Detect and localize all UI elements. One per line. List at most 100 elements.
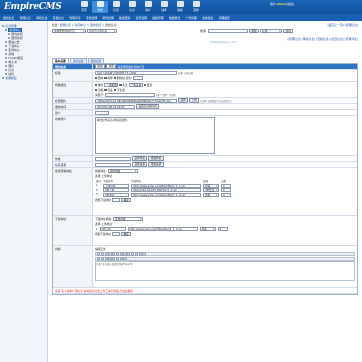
upload-pic-button[interactable]: 上传: [189, 98, 200, 103]
writer-input[interactable]: [95, 156, 131, 161]
download-url-input[interactable]: http://126.34.243.189/1/1/1_1.rar: [131, 188, 202, 193]
menu-special[interactable]: 专题管理: [86, 16, 97, 20]
nav-other[interactable]: 其他: [188, 1, 204, 13]
points-input[interactable]: 0: [217, 227, 228, 232]
image-icon[interactable]: [127, 252, 131, 256]
menu-links[interactable]: 友情链接: [202, 16, 213, 20]
smalltext-textarea[interactable]: 本文仅作演示(非真实软件): [95, 116, 215, 154]
secondary-links[interactable]: [管理信息] [审核信息] [归档信息] [栏目信息] [管理评论]: [288, 37, 358, 41]
download-url-input[interactable]: http://www.sohu.com/file/offer/1_1_1.rar: [131, 183, 202, 188]
add-down-path-button[interactable]: 确定: [121, 231, 132, 236]
menu-manage-info[interactable]: 管理信息: [20, 16, 31, 20]
newstime-input[interactable]: 2014-01-08 14:00:47: [95, 104, 135, 109]
points-input[interactable]: 0: [221, 192, 232, 197]
nav-home[interactable]: 首页: [76, 1, 92, 13]
menu-attachments[interactable]: 附件管理: [103, 16, 114, 20]
headline-level-select[interactable]: 一级头条: [128, 83, 143, 88]
titlepic-input[interactable]: /d/file/2014-01-08/4f4b08869b0bf9f6fda07…: [95, 98, 177, 103]
menu-cache[interactable]: 清理缓存: [219, 16, 230, 20]
breadcrumb-domestic-news[interactable]: 国内新闻: [90, 23, 101, 27]
befrom-input[interactable]: [95, 162, 131, 167]
size-icon[interactable]: [104, 257, 108, 261]
search-button[interactable]: 搜索: [248, 29, 260, 34]
intro-input[interactable]: [95, 110, 109, 115]
menu-check-info[interactable]: 审核信息: [36, 16, 47, 20]
italic-icon[interactable]: [104, 252, 108, 256]
keywords-input[interactable]: [104, 93, 155, 98]
top-links[interactable]: [返回上一页] [管理信息]: [328, 23, 358, 27]
title-color-input[interactable]: [133, 76, 144, 81]
align-center-icon[interactable]: [115, 252, 120, 256]
breadcrumb-news-center[interactable]: 新闻中心: [75, 23, 86, 27]
add-befrom-button[interactable]: 增加来源: [148, 162, 164, 167]
reset-button[interactable]: 重置: [106, 64, 117, 69]
tree-item-system-model[interactable]: 系统模型: [2, 76, 45, 80]
add-writer-button[interactable]: 增加作者: [148, 156, 164, 161]
show-button[interactable]: 显示: [283, 29, 294, 34]
bold-icon[interactable]: [100, 252, 104, 256]
submit-button[interactable]: 提交: [95, 64, 106, 69]
nav-info[interactable]: 信息: [124, 1, 140, 13]
smiley-icon[interactable]: [142, 252, 146, 256]
list-icon[interactable]: [115, 257, 120, 261]
menu-comments[interactable]: 管理评论: [69, 16, 80, 20]
menu-update[interactable]: 数据更新: [119, 16, 130, 20]
menu-add-info[interactable]: 增加信息: [3, 16, 14, 20]
nav-user[interactable]: 用户: [140, 1, 156, 13]
nav-column[interactable]: 栏目: [108, 1, 124, 13]
download-name-input[interactable]: 下载链接: [103, 183, 130, 188]
undo-icon[interactable]: [108, 257, 112, 261]
select-befrom-button[interactable]: 选择来源: [132, 162, 148, 167]
nav-template[interactable]: 模板: [172, 1, 188, 13]
search-field-select[interactable]: 标题: [260, 29, 283, 34]
search-input[interactable]: [207, 29, 248, 34]
select-pic-button[interactable]: 选择: [178, 98, 189, 103]
set-current-time-button[interactable]: 设置为当前时间: [136, 104, 160, 109]
format-icon[interactable]: [97, 257, 101, 261]
permission-select[interactable]: 游客: [199, 227, 216, 232]
menu-templates[interactable]: 模板管理: [152, 16, 163, 20]
download-url-input[interactable]: http://www.sohu.com/file/offer/1_1_2.rar: [131, 192, 202, 197]
table-icon[interactable]: [134, 252, 138, 256]
download-url-input[interactable]: http://www.sohu.com/file/offer/1_1_1.rar: [127, 227, 198, 232]
align-left-icon[interactable]: [112, 252, 116, 256]
down-prefix-select[interactable]: 选择前缀: [113, 217, 144, 222]
recommend-level-select[interactable]: 一级推荐: [104, 83, 119, 88]
align-right-icon[interactable]: [119, 252, 123, 256]
points-input[interactable]: 0: [221, 183, 232, 188]
select-writer-button[interactable]: 选择作者: [132, 156, 148, 161]
underline-icon[interactable]: [108, 252, 112, 256]
download-name-input[interactable]: VIP通道: [103, 192, 130, 197]
menu-ads[interactable]: 广告管理: [186, 16, 197, 20]
column-sub-select[interactable]: 该栏目下的信息: [86, 29, 117, 33]
font-icon[interactable]: [100, 257, 104, 261]
redo-icon[interactable]: [112, 257, 116, 261]
download-name-input[interactable]: VIP下载: [99, 227, 126, 232]
editor-content-area[interactable]: 注意:可以插入视频/音频/Flash等: [95, 261, 355, 282]
title-input[interactable]: 演示下载系统:帝国CMS7.5下载站: [95, 71, 177, 76]
add-online-path-button[interactable]: 确定: [121, 197, 132, 202]
logout-link[interactable]: [退出]: [286, 2, 294, 6]
online-prefix-select[interactable]: 选择前缀: [107, 169, 138, 174]
link-icon[interactable]: [123, 252, 127, 256]
add-online-count-input[interactable]: [112, 197, 121, 202]
add-down-count-input[interactable]: [112, 231, 121, 236]
menu-sign-info[interactable]: 签发信息: [53, 16, 64, 20]
breadcrumb-manage-info[interactable]: 管理信息: [59, 23, 70, 27]
font-color-icon[interactable]: [138, 252, 142, 256]
column-select[interactable]: 选择要管理的栏目: [52, 29, 86, 33]
permission-select[interactable]: 游客: [203, 192, 220, 197]
permission-select[interactable]: VIP会员: [203, 188, 220, 193]
nav-system[interactable]: 系统: [92, 1, 108, 13]
flash-icon[interactable]: [131, 252, 135, 256]
empirecms-logo[interactable]: EmpireCMS: [4, 2, 62, 12]
menu-tags[interactable]: 标签管理: [136, 16, 147, 20]
video-icon[interactable]: [123, 257, 127, 261]
nav-plugin[interactable]: 插件: [156, 1, 172, 13]
permission-select[interactable]: 游客: [203, 183, 220, 188]
menu-data[interactable]: 数据整合: [169, 16, 180, 20]
source-icon[interactable]: [97, 252, 101, 256]
indent-icon[interactable]: [119, 257, 123, 261]
download-name-input[interactable]: VIP下载: [103, 188, 130, 193]
points-input[interactable]: 0: [221, 188, 232, 193]
